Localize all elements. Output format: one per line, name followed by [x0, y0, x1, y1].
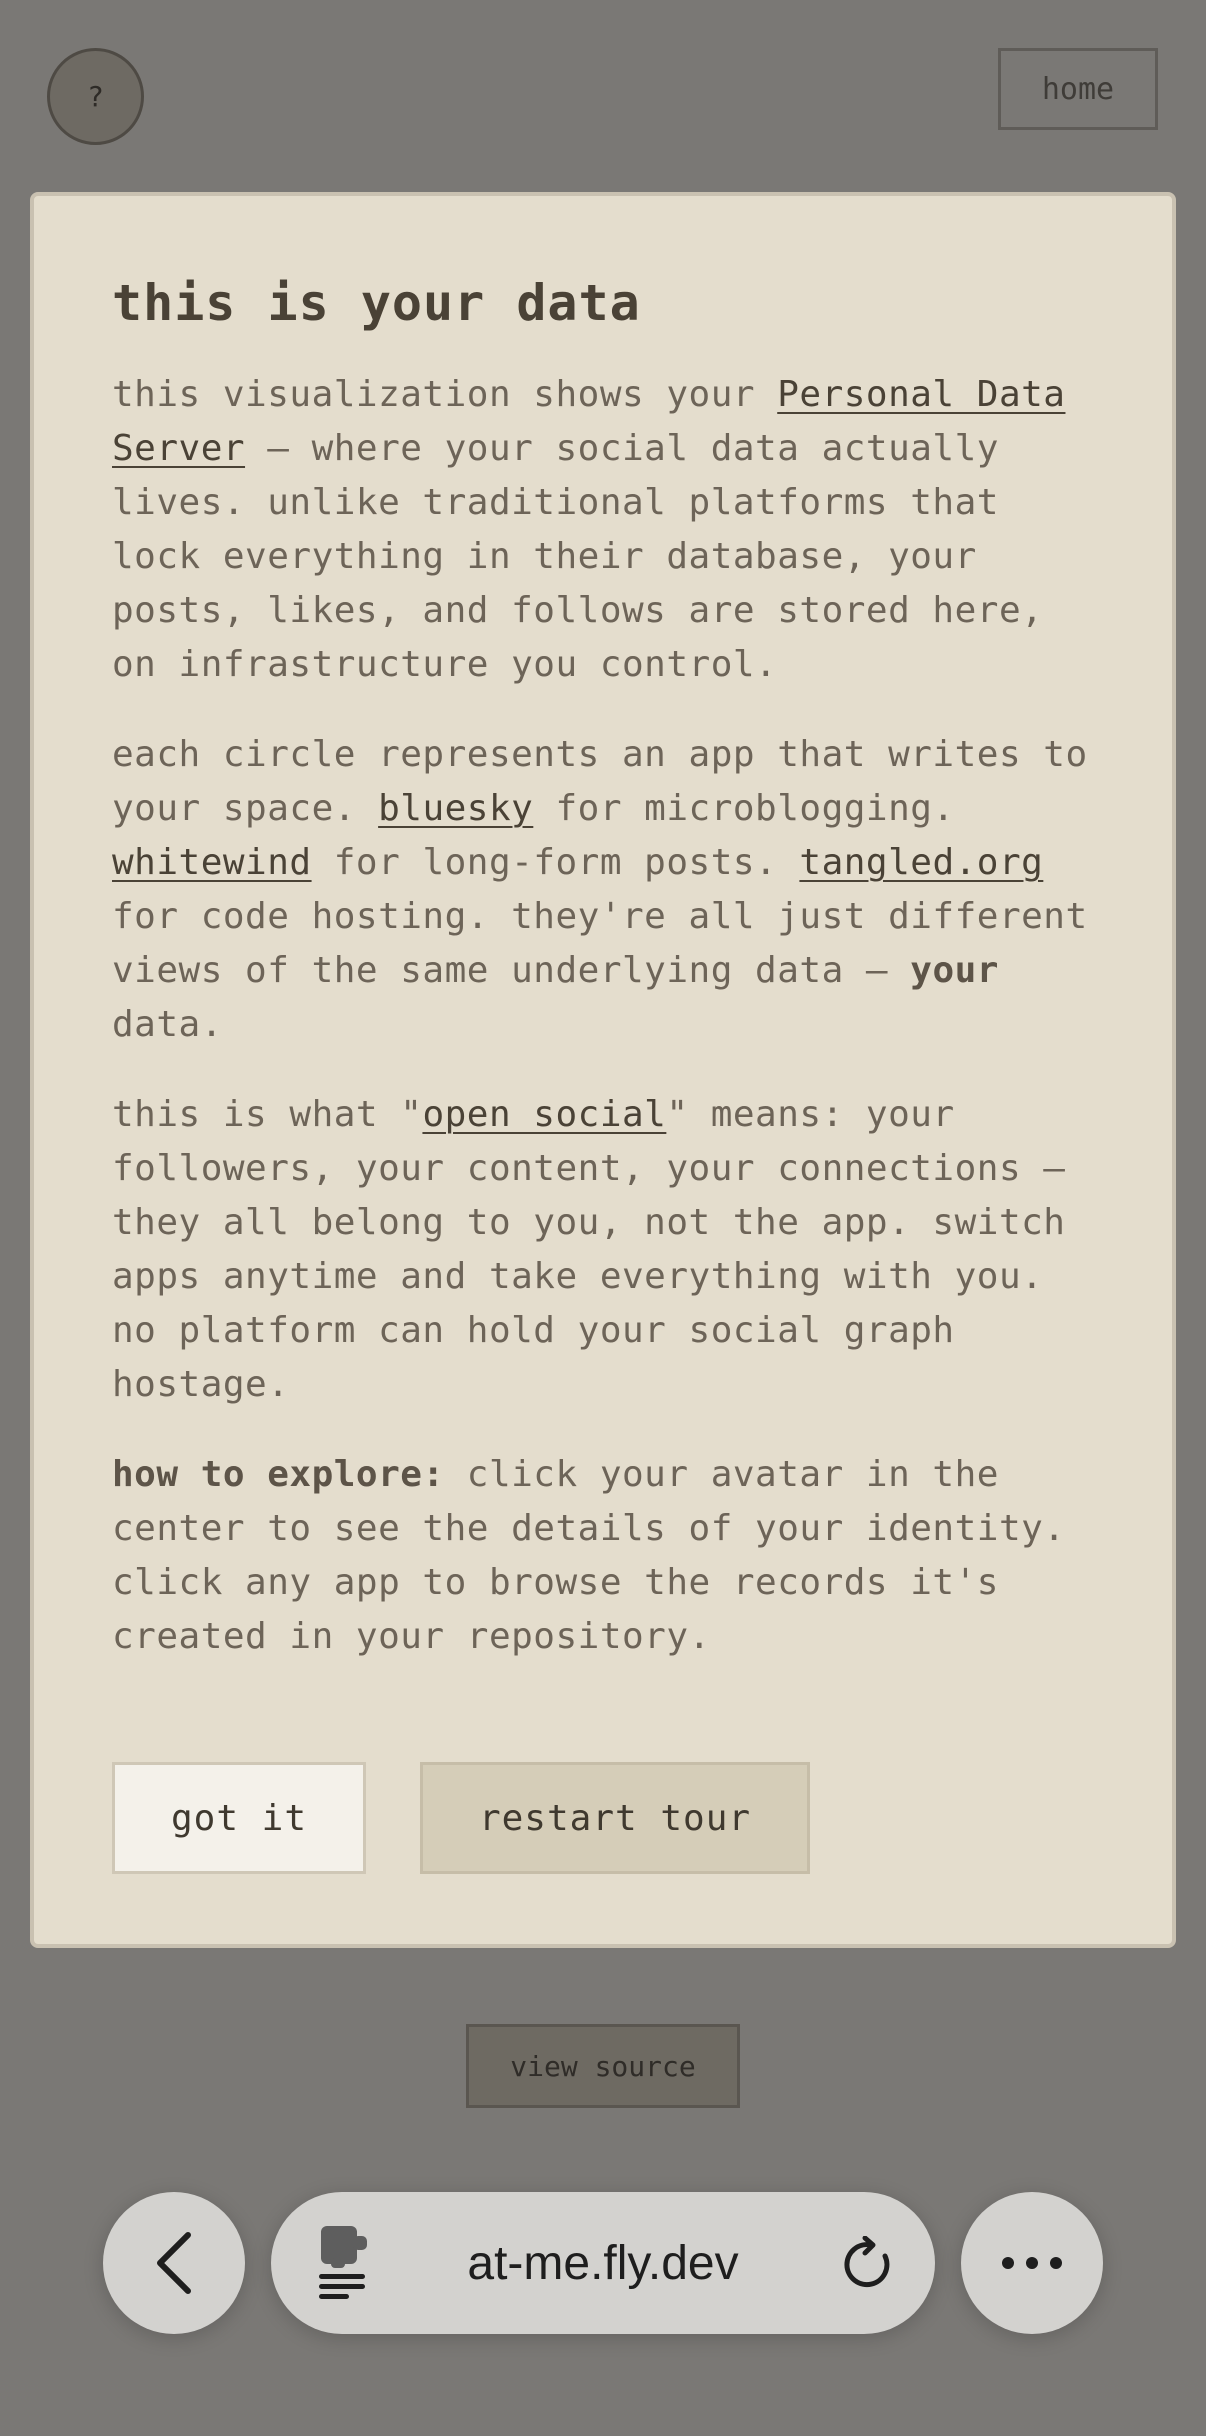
- text: data.: [112, 1004, 223, 1045]
- address-bar-url: at-me.fly.dev: [467, 2237, 739, 2290]
- home-button-label: home: [1041, 71, 1115, 107]
- got-it-button[interactable]: got it: [112, 1762, 366, 1874]
- back-chevron-icon: [157, 2232, 191, 2294]
- reload-icon[interactable]: [841, 2236, 897, 2294]
- modal-paragraph-explore: how to explore: click your avatar in the…: [112, 1448, 1094, 1664]
- text: — where your social data actually lives.…: [112, 428, 1044, 685]
- tangled-link[interactable]: tangled.org: [799, 842, 1043, 883]
- view-source-button[interactable]: view source: [466, 2024, 740, 2108]
- home-button[interactable]: home: [998, 48, 1158, 130]
- browser-address-bar[interactable]: at-me.fly.dev: [271, 2192, 935, 2334]
- page: ? home this is your data this visualizat…: [0, 0, 1206, 2436]
- text: this is what ": [112, 1094, 423, 1135]
- text: for microblogging.: [533, 788, 955, 829]
- modal-paragraph-pds: this visualization shows your Personal D…: [112, 368, 1094, 692]
- browser-more-button[interactable]: [961, 2192, 1103, 2334]
- text: " means: your followers, your content, y…: [112, 1094, 1066, 1405]
- whitewind-link[interactable]: whitewind: [112, 842, 312, 883]
- help-button[interactable]: ?: [47, 48, 144, 145]
- modal-title: this is your data: [112, 274, 641, 332]
- text: this visualization shows your: [112, 374, 778, 415]
- view-source-label: view source: [510, 2049, 696, 2083]
- emphasis-your: your: [910, 950, 999, 991]
- restart-tour-button[interactable]: restart tour: [420, 1762, 810, 1874]
- modal-button-row: got it restart tour: [112, 1762, 810, 1874]
- help-button-label: ?: [87, 80, 104, 113]
- open-social-link[interactable]: open social: [422, 1094, 666, 1135]
- modal-paragraph-apps: each circle represents an app that write…: [112, 728, 1094, 1052]
- how-to-explore-label: how to explore:: [112, 1454, 445, 1495]
- info-modal: this is your data this visualization sho…: [30, 192, 1176, 1948]
- modal-paragraph-open-social: this is what "open social" means: your f…: [112, 1088, 1094, 1412]
- browser-back-button[interactable]: [103, 2192, 245, 2334]
- more-icon: [1002, 2257, 1062, 2269]
- bluesky-link[interactable]: bluesky: [378, 788, 533, 829]
- text: for long-form posts.: [311, 842, 800, 883]
